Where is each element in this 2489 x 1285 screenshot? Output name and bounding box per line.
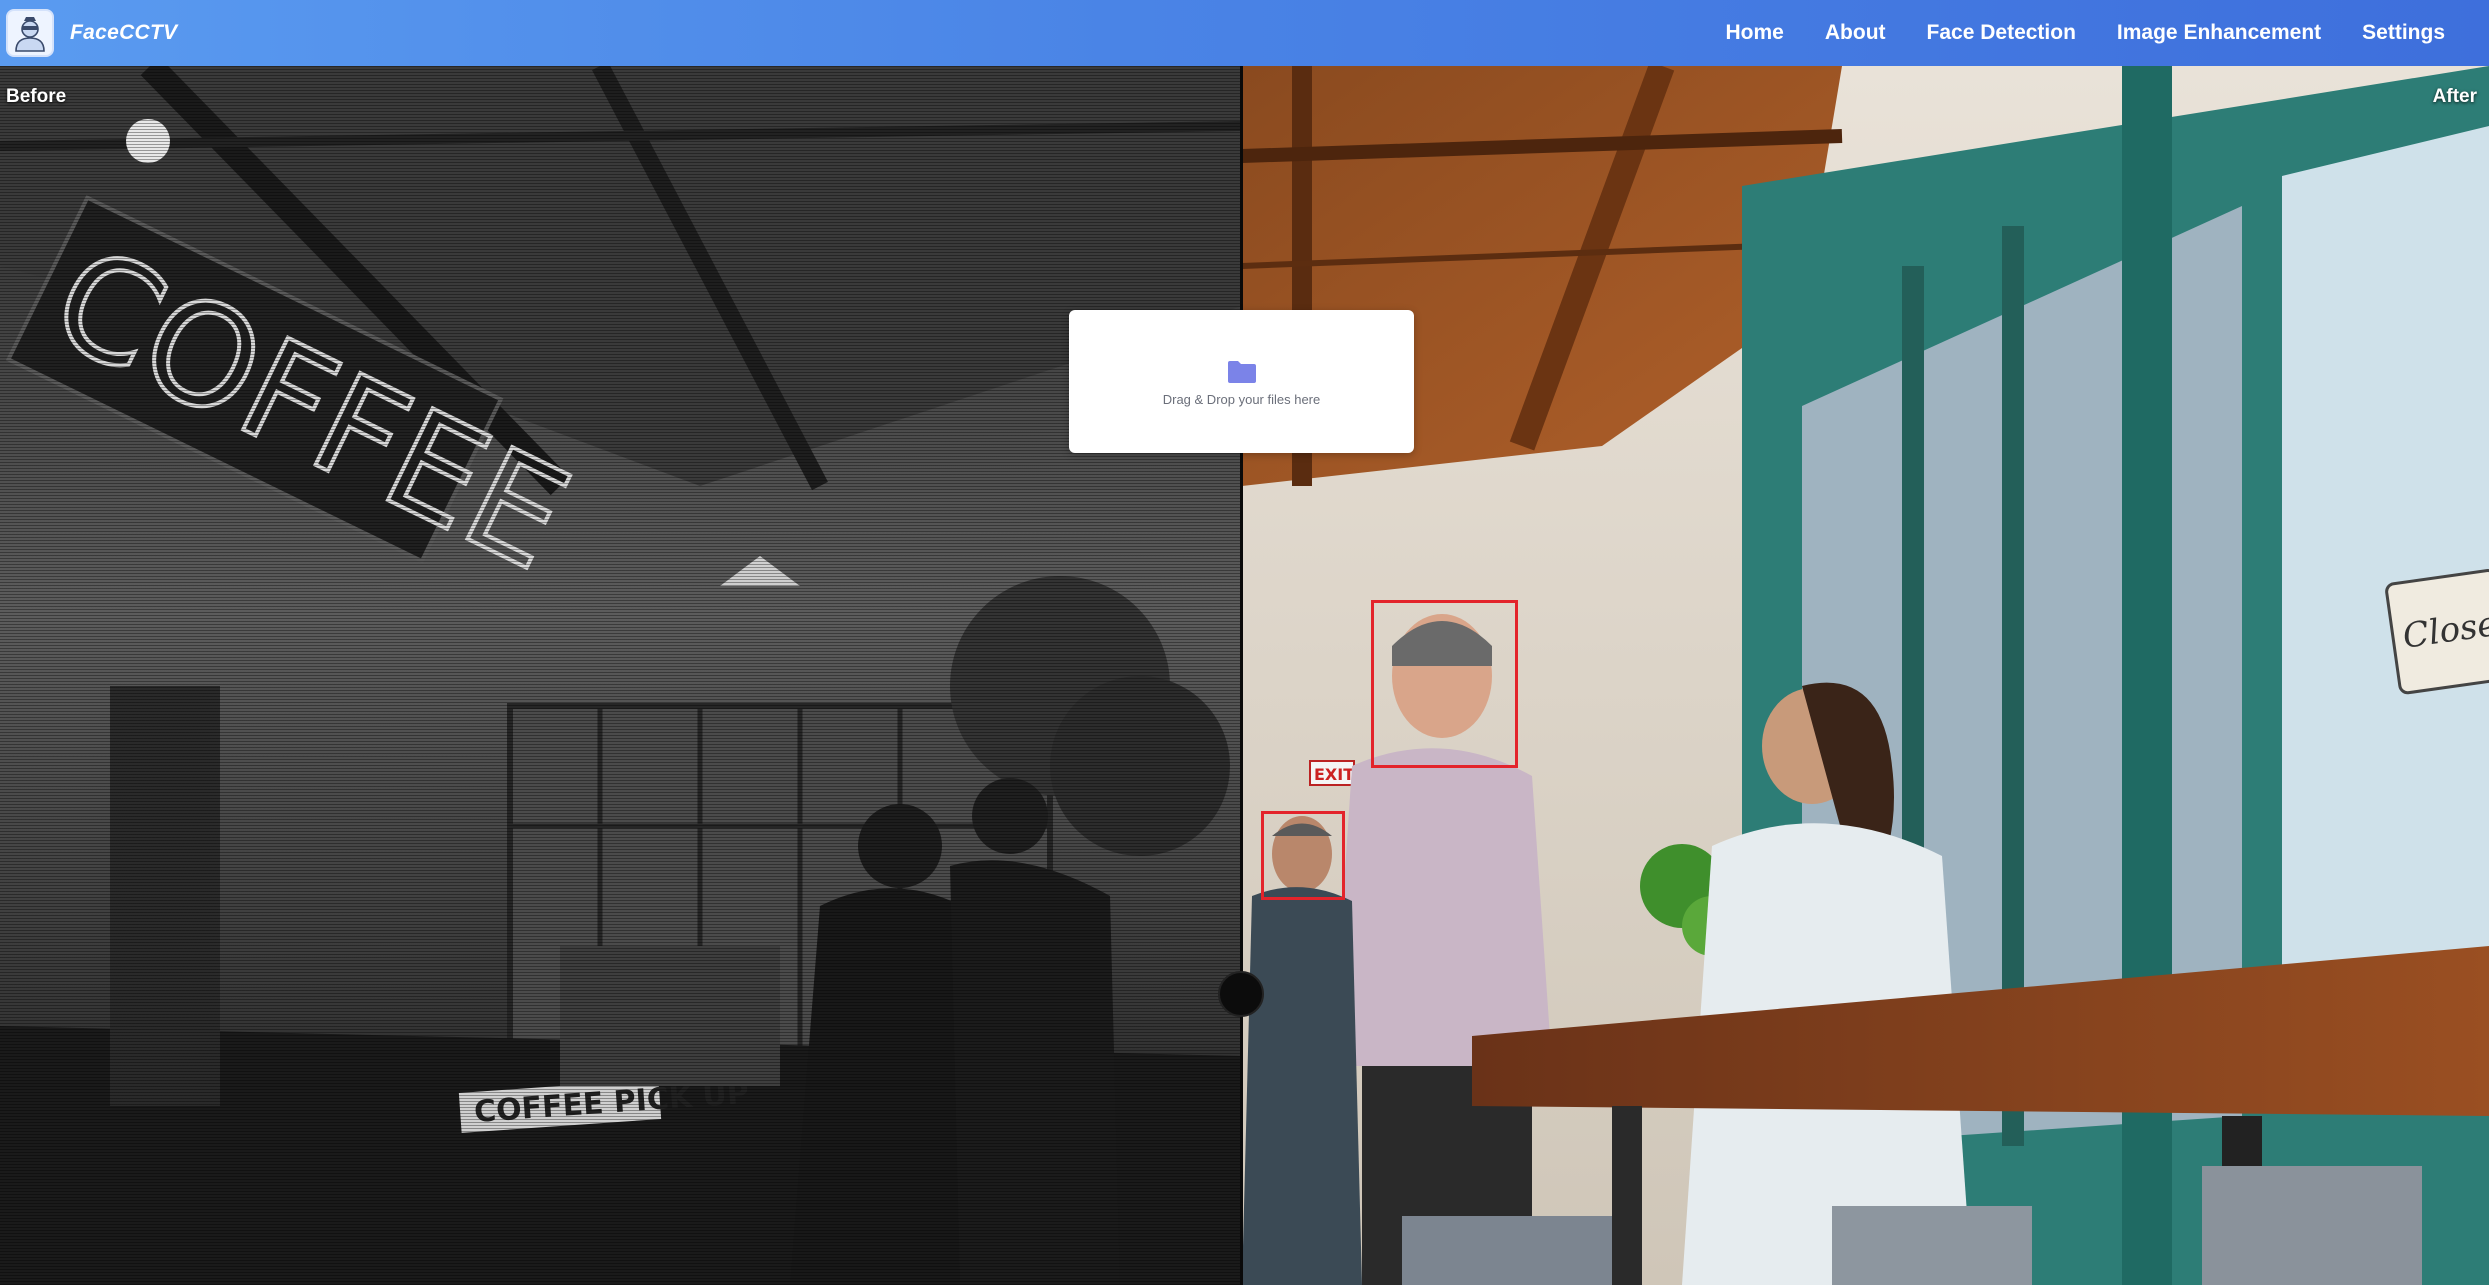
face-detection-box[interactable] (1371, 600, 1518, 768)
top-navbar: FaceCCTV Home About Face Detection Image… (0, 0, 2489, 66)
folder-icon (1227, 361, 1256, 383)
svg-text:EXIT: EXIT (1314, 765, 1354, 784)
face-detection-box[interactable] (1261, 811, 1345, 900)
nav-settings[interactable]: Settings (2362, 21, 2445, 45)
nav-home[interactable]: Home (1726, 21, 1784, 45)
after-label: After (2432, 86, 2477, 107)
before-after-comparison[interactable]: COFFEE COFFEE PICK UP Closed EXIT Before… (0, 66, 2489, 1285)
before-image: COFFEE COFFEE PICK UP (0, 66, 1242, 1285)
app-name: FaceCCTV (70, 21, 178, 44)
nav-about[interactable]: About (1825, 21, 1886, 45)
nav-image-enhancement[interactable]: Image Enhancement (2117, 21, 2321, 45)
comparison-slider-handle[interactable] (1218, 971, 1264, 1017)
cctv-person-logo-icon (6, 9, 54, 57)
file-dropzone[interactable]: Drag & Drop your files here (1069, 310, 1414, 453)
brand[interactable]: FaceCCTV (6, 0, 177, 66)
dropzone-text: Drag & Drop your files here (1162, 392, 1321, 407)
nav-face-detection[interactable]: Face Detection (1927, 21, 2076, 45)
comparison-divider[interactable] (1240, 66, 1243, 1285)
before-label: Before (6, 86, 67, 107)
main-nav: Home About Face Detection Image Enhancem… (1726, 0, 2489, 66)
